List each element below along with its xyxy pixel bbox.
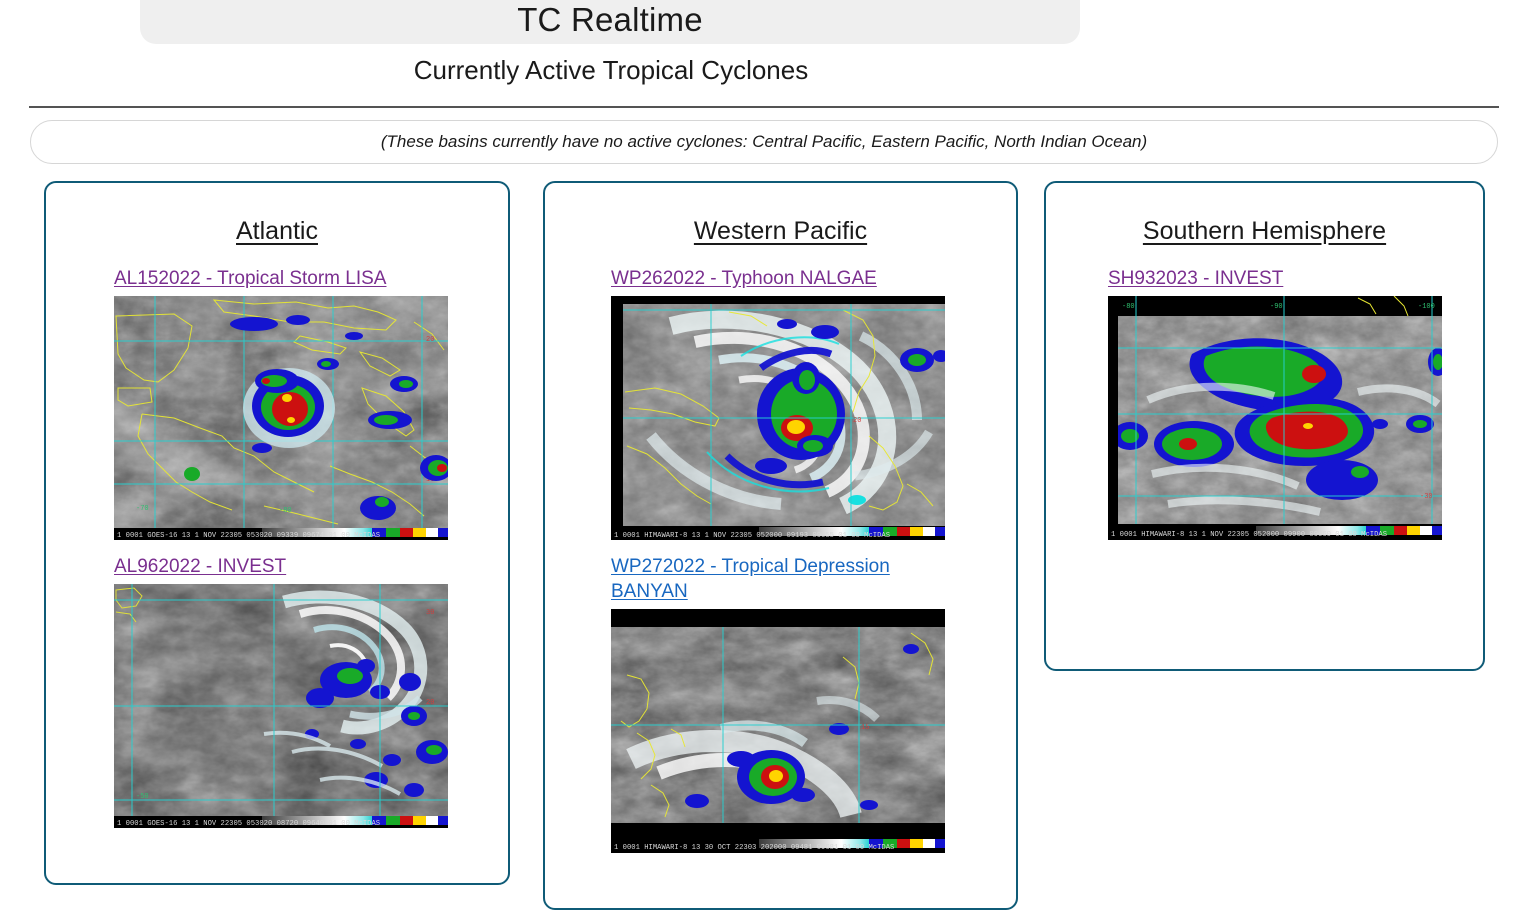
svg-text:20: 20 <box>426 336 434 344</box>
svg-text:-70: -70 <box>136 505 149 513</box>
storm-list-southern-hemisphere: SH932023 - INVEST -80 -90 -100 -30 1 000… <box>1046 266 1483 540</box>
storm-entry: AL962022 - INVEST -50 30 20 1 0001 GOES-… <box>114 554 508 828</box>
satellite-caption: 1 0001 GOES-16 13 1 NOV 22305 053020 093… <box>117 532 380 540</box>
svg-text:-80: -80 <box>279 507 292 515</box>
svg-text:-100: -100 <box>1418 303 1435 311</box>
storm-entry: AL152022 - Tropical Storm LISA -70 -80 2… <box>114 266 508 540</box>
svg-text:-50: -50 <box>136 793 149 801</box>
satellite-image-sh932023[interactable]: -80 -90 -100 -30 1 0001 HIMAWARI-8 13 1 … <box>1108 296 1442 540</box>
storm-link-wp262022[interactable]: WP262022 - Typhoon NALGAE <box>611 266 877 291</box>
svg-text:30: 30 <box>426 609 434 617</box>
storm-link-al152022[interactable]: AL152022 - Tropical Storm LISA <box>114 266 386 291</box>
header-divider <box>29 106 1499 108</box>
satellite-caption: 1 0001 HIMAWARI-8 13 1 NOV 22305 052000 … <box>1111 531 1387 539</box>
tc-realtime-page: TC Realtime Currently Active Tropical Cy… <box>0 0 1528 922</box>
storm-entry: WP272022 - Tropical Depression BANYAN 15… <box>611 554 1016 853</box>
storm-list-western-pacific: WP262022 - Typhoon NALGAE 20 1 0001 HIMA… <box>545 266 1016 853</box>
basin-title-southern-hemisphere: Southern Hemisphere <box>1142 217 1387 245</box>
storm-link-wp272022[interactable]: WP272022 - Tropical Depression BANYAN <box>611 554 941 604</box>
satellite-image-al152022[interactable]: -70 -80 10 20 <box>114 296 448 540</box>
svg-text:20: 20 <box>853 417 861 425</box>
satellite-caption: 1 0001 GOES-16 13 1 NOV 22305 053020 087… <box>117 820 380 828</box>
satellite-caption: 1 0001 HIMAWARI-8 13 1 NOV 22305 052000 … <box>614 532 890 540</box>
svg-text:-80: -80 <box>1122 303 1135 311</box>
storm-link-sh932023[interactable]: SH932023 - INVEST <box>1108 266 1283 291</box>
storm-link-al962022[interactable]: AL962022 - INVEST <box>114 554 286 579</box>
storm-list-atlantic: AL152022 - Tropical Storm LISA -70 -80 2… <box>46 266 508 828</box>
satellite-image-wp272022[interactable]: 15 1 0001 HIMAWARI-8 13 30 OCT 22303 202… <box>611 609 945 853</box>
page-subtitle: Currently Active Tropical Cyclones <box>413 55 809 85</box>
storm-entry: SH932023 - INVEST -80 -90 -100 -30 1 000… <box>1108 266 1483 540</box>
app-title-banner: TC Realtime <box>140 0 1080 44</box>
satellite-caption: 1 0001 HIMAWARI-8 13 30 OCT 22303 202000… <box>614 844 894 852</box>
storm-entry: WP262022 - Typhoon NALGAE 20 1 0001 HIMA… <box>611 266 1016 540</box>
svg-text:-90: -90 <box>1270 303 1283 311</box>
svg-text:20: 20 <box>426 699 434 707</box>
notice-text: (These basins currently have no active c… <box>380 132 1148 151</box>
basin-title-western-pacific: Western Pacific <box>693 217 868 245</box>
page-title: TC Realtime <box>517 1 703 38</box>
svg-text:15: 15 <box>861 724 869 732</box>
basin-card-western-pacific: Western Pacific WP262022 - Typhoon NALGA… <box>543 181 1018 910</box>
basin-card-atlantic: Atlantic AL152022 - Tropical Storm LISA <box>44 181 510 885</box>
satellite-image-al962022[interactable]: -50 30 20 1 0001 GOES-16 13 1 NOV 22305 … <box>114 584 448 828</box>
basin-title-atlantic: Atlantic <box>236 217 318 245</box>
svg-text:-30: -30 <box>1420 493 1433 501</box>
no-active-basins-notice: (These basins currently have no active c… <box>30 120 1498 164</box>
basin-card-southern-hemisphere: Southern Hemisphere SH932023 - INVEST -8… <box>1044 181 1485 671</box>
satellite-image-wp262022[interactable]: 20 1 0001 HIMAWARI-8 13 1 NOV 22305 0520… <box>611 296 945 540</box>
